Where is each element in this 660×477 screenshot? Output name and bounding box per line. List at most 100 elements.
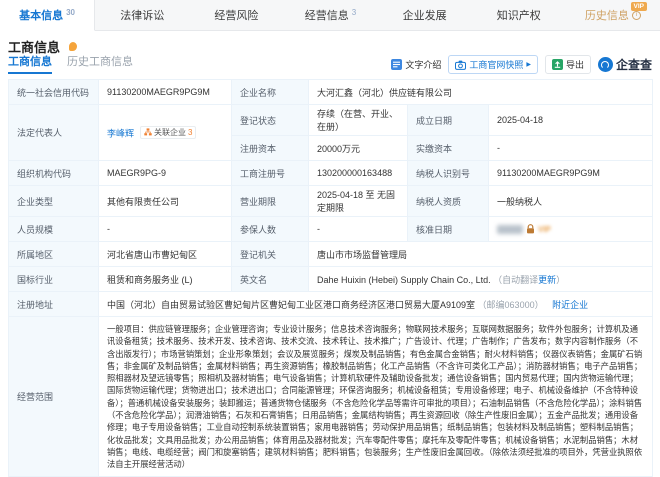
tab-intellectual-property[interactable]: 知识产权 <box>472 0 566 30</box>
update-translation-link[interactable]: 更新 <box>538 275 556 285</box>
tab-basic-info-label: 基本信息 <box>19 7 63 23</box>
chevron-right-icon: ▶ <box>526 61 531 68</box>
field-industry-value: 租赁和商务服务业 (L) <box>99 267 232 292</box>
tab-operation-info[interactable]: 经营信息 3 <box>283 0 377 30</box>
qichacha-logo-icon <box>598 57 613 72</box>
field-staff-size-label: 人员规模 <box>9 217 99 242</box>
toolbar: 工商信息 历史工商信息 文字介绍 工商官网快照 ▶ 导出 企查查 <box>0 57 660 79</box>
field-business-term-value: 2025-04-18 至 无固定期限 <box>309 186 408 217</box>
field-reg-capital-value: 20000万元 <box>309 136 408 161</box>
field-taxpayer-id-label: 纳税人识别号 <box>408 161 489 186</box>
vip-locked-value[interactable]: VIP <box>497 224 644 234</box>
reg-address-text: 中国（河北）自由贸易试验区曹妃甸片区曹妃甸工业区港口商务经济区港口贸易大厦A91… <box>107 300 475 310</box>
blurred-value <box>497 225 523 234</box>
field-reg-status-value: 存续（在营、开业、在册） <box>309 105 408 136</box>
field-reg-capital-label: 注册资本 <box>232 136 309 161</box>
field-taxpayer-quality-value: 一般纳税人 <box>489 186 653 217</box>
tab-intellectual-property-label: 知识产权 <box>497 7 541 23</box>
field-reg-number-value: 130200000163488 <box>309 161 408 186</box>
field-region-value: 河北省唐山市曹妃甸区 <box>99 242 232 267</box>
qichacha-logo: 企查查 <box>598 56 652 73</box>
field-org-code-value: MAEGR9PG-9 <box>99 161 232 186</box>
info-circle-icon: i <box>632 11 641 20</box>
field-legal-rep-value: 李峰辉关联企业3 <box>99 105 232 161</box>
field-approval-date-value: VIP <box>489 217 653 242</box>
table-row: 国标行业 租赁和商务服务业 (L) 英文名 Dahe Huixin (Hebei… <box>9 267 653 292</box>
field-paid-capital-label: 实缴资本 <box>408 136 489 161</box>
field-reg-address-value: 中国（河北）自由贸易试验区曹妃甸片区曹妃甸工业区港口商务经济区港口贸易大厦A91… <box>99 292 653 317</box>
legal-rep-link[interactable]: 李峰辉 <box>107 128 134 138</box>
table-row: 注册地址 中国（河北）自由贸易试验区曹妃甸片区曹妃甸工业区港口商务经济区港口贸易… <box>9 292 653 317</box>
table-row: 人员规模 - 参保人数 - 核准日期 VIP <box>9 217 653 242</box>
field-company-type-value: 其他有限责任公司 <box>99 186 232 217</box>
export-icon <box>552 59 563 70</box>
tab-basic-info[interactable]: 基本信息 30 <box>0 0 95 31</box>
camera-icon <box>455 60 466 70</box>
tab-legal-lawsuits-label: 法律诉讼 <box>120 7 164 23</box>
top-tab-bar: 基本信息 30 法律诉讼 经营风险 经营信息 3 企业发展 知识产权 VIP 历… <box>0 0 660 31</box>
field-paid-capital-value: - <box>489 136 653 161</box>
field-region-label: 所属地区 <box>9 242 99 267</box>
field-reg-authority-value: 唐山市市场监督管理局 <box>309 242 653 267</box>
hot-dot-icon <box>69 42 77 51</box>
vip-badge: VIP <box>631 2 647 11</box>
field-credit-code-label: 统一社会信用代码 <box>9 80 99 105</box>
field-english-name-value: Dahe Huixin (Hebei) Supply Chain Co., Lt… <box>309 267 653 292</box>
nearby-companies-link[interactable]: 附近企业 <box>552 300 588 310</box>
subtab-business-info[interactable]: 工商信息 <box>8 53 52 74</box>
field-est-date-label: 成立日期 <box>408 105 489 136</box>
field-reg-status-label: 登记状态 <box>232 105 309 136</box>
text-intro-label: 文字介绍 <box>405 58 441 71</box>
field-taxpayer-id-value: 91130200MAEGR9PG9M <box>489 161 653 186</box>
english-name-text: Dahe Huixin (Hebei) Supply Chain Co., Lt… <box>317 275 491 285</box>
field-industry-label: 国标行业 <box>9 267 99 292</box>
field-business-scope-label: 经营范围 <box>9 317 99 477</box>
field-company-type-label: 企业类型 <box>9 186 99 217</box>
related-companies-badge[interactable]: 关联企业3 <box>140 126 196 139</box>
field-reg-authority-label: 登记机关 <box>232 242 309 267</box>
field-approval-date-label: 核准日期 <box>408 217 489 242</box>
business-info-table: 统一社会信用代码 91130200MAEGR9PG9M 企业名称 大河汇鑫（河北… <box>8 79 653 477</box>
text-intro-button[interactable]: 文字介绍 <box>391 58 441 71</box>
tab-company-development[interactable]: 企业发展 <box>378 0 472 30</box>
table-row: 统一社会信用代码 91130200MAEGR9PG9M 企业名称 大河汇鑫（河北… <box>9 80 653 105</box>
tab-legal-lawsuits[interactable]: 法律诉讼 <box>95 0 189 30</box>
field-insured-count-label: 参保人数 <box>232 217 309 242</box>
toolbar-actions: 文字介绍 工商官网快照 ▶ 导出 企查查 <box>391 55 652 74</box>
field-est-date-value: 2025-04-18 <box>489 105 653 136</box>
tab-operation-risk[interactable]: 经营风险 <box>189 0 283 30</box>
table-row: 法定代表人 李峰辉关联企业3 登记状态 存续（在营、开业、在册） 成立日期 20… <box>9 105 653 136</box>
field-insured-count-value: - <box>309 217 408 242</box>
text-intro-icon <box>391 59 402 70</box>
auto-translate-note: （自动翻译 <box>493 275 538 285</box>
tab-basic-info-count: 30 <box>66 8 75 17</box>
tab-company-development-label: 企业发展 <box>403 7 447 23</box>
table-row: 所属地区 河北省唐山市曹妃甸区 登记机关 唐山市市场监督管理局 <box>9 242 653 267</box>
qichacha-logo-text: 企查查 <box>616 56 652 73</box>
tab-history-info-label: 历史信息 <box>585 7 629 23</box>
subtab-history-business-info[interactable]: 历史工商信息 <box>67 53 133 74</box>
org-chart-icon <box>144 128 152 136</box>
field-english-name-label: 英文名 <box>232 267 309 292</box>
field-company-name-value: 大河汇鑫（河北）供应链有限公司 <box>309 80 653 105</box>
tab-operation-risk-label: 经营风险 <box>214 7 258 23</box>
vip-text: VIP <box>538 225 551 234</box>
field-reg-number-label: 工商注册号 <box>232 161 309 186</box>
tab-history-info[interactable]: VIP 历史信息 i <box>566 0 660 30</box>
table-row: 企业类型 其他有限责任公司 营业期限 2025-04-18 至 无固定期限 纳税… <box>9 186 653 217</box>
table-row: 经营范围 一般项目：供应链管理服务；企业管理咨询；专业设计服务；信息技术咨询服务… <box>9 317 653 477</box>
field-business-scope-value: 一般项目：供应链管理服务；企业管理咨询；专业设计服务；信息技术咨询服务；物联网技… <box>99 317 653 477</box>
tab-operation-info-label: 经营信息 <box>305 7 349 23</box>
field-company-name-label: 企业名称 <box>232 80 309 105</box>
field-legal-rep-label: 法定代表人 <box>9 105 99 161</box>
export-button[interactable]: 导出 <box>545 55 591 74</box>
export-label: 导出 <box>566 58 584 71</box>
field-org-code-label: 组织机构代码 <box>9 161 99 186</box>
official-snapshot-label: 工商官网快照 <box>469 58 523 71</box>
related-companies-count: 3 <box>188 128 192 137</box>
field-business-term-label: 营业期限 <box>232 186 309 217</box>
official-snapshot-button[interactable]: 工商官网快照 ▶ <box>448 55 538 74</box>
auto-translate-note-close: ） <box>556 275 565 285</box>
field-taxpayer-quality-label: 纳税人资质 <box>408 186 489 217</box>
postcode-text: （邮编063000） <box>478 300 544 310</box>
